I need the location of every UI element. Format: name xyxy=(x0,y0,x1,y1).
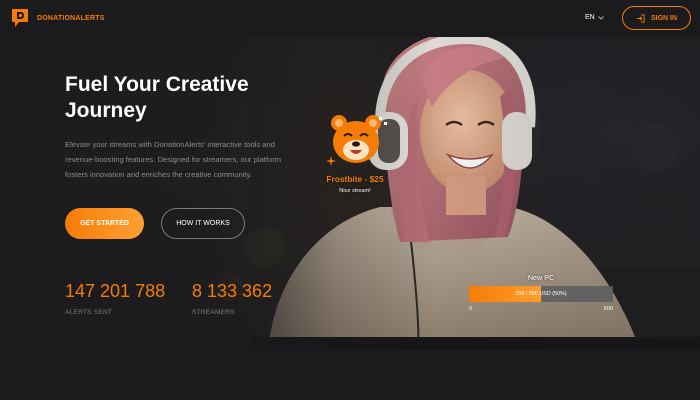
sign-in-icon xyxy=(636,13,645,23)
alert-message: Nice stream! xyxy=(339,188,371,194)
sparkle-icon xyxy=(379,117,387,125)
stat-value: 8 133 362 xyxy=(192,281,273,301)
donation-alert-widget: Frostbite - $25 Nice stream! xyxy=(300,112,410,202)
sign-in-button[interactable]: SIGN IN xyxy=(622,6,691,30)
hero-title-line-1: Fuel Your Creative xyxy=(65,73,249,96)
donationalerts-logo-icon xyxy=(12,9,28,27)
how-it-works-button[interactable]: HOW IT WORKS xyxy=(161,208,245,239)
donation-goal-widget: New PC 250 / 500 USD (50%) 0 500 xyxy=(469,273,613,315)
goal-title: New PC xyxy=(527,273,555,282)
language-selector[interactable]: EN xyxy=(585,14,604,21)
sparkle-icon xyxy=(326,156,336,166)
get-started-button[interactable]: GET STARTED xyxy=(65,208,144,239)
alert-title: Frostbite - $25 xyxy=(326,174,384,184)
hero-title: Fuel Your Creative Journey xyxy=(65,72,325,124)
brand-name: DONATIONALERTS xyxy=(37,14,105,22)
hero-description: Elevate your streams with DonationAlerts… xyxy=(65,140,282,179)
stat-value: 147 201 788 xyxy=(65,281,166,301)
language-label: EN xyxy=(585,14,595,21)
chevron-down-icon xyxy=(597,15,604,20)
stat-label: STREAMERS xyxy=(192,309,235,316)
stat-streamers: 8 133 362 STREAMERS xyxy=(192,280,272,316)
sign-in-label: SIGN IN xyxy=(650,14,678,22)
brand-logo[interactable]: DONATIONALERTS xyxy=(11,8,105,28)
goal-min-label: 0 xyxy=(469,306,473,312)
stat-alerts-sent: 147 201 788 ALERTS SENT xyxy=(65,280,165,316)
bear-mascot-icon xyxy=(331,115,381,163)
top-navbar: DONATIONALERTS EN SIGN IN xyxy=(0,0,700,36)
stat-label: ALERTS SENT xyxy=(65,309,113,316)
goal-progress-text: 250 / 500 USD (50%) xyxy=(515,291,567,297)
hero-title-line-2: Journey xyxy=(65,99,147,122)
goal-max-label: 500 xyxy=(603,306,613,312)
goal-progress-bar: 250 / 500 USD (50%) xyxy=(469,286,613,302)
landing-page: DONATIONALERTS EN SIGN IN Fuel Your Crea… xyxy=(0,0,700,400)
